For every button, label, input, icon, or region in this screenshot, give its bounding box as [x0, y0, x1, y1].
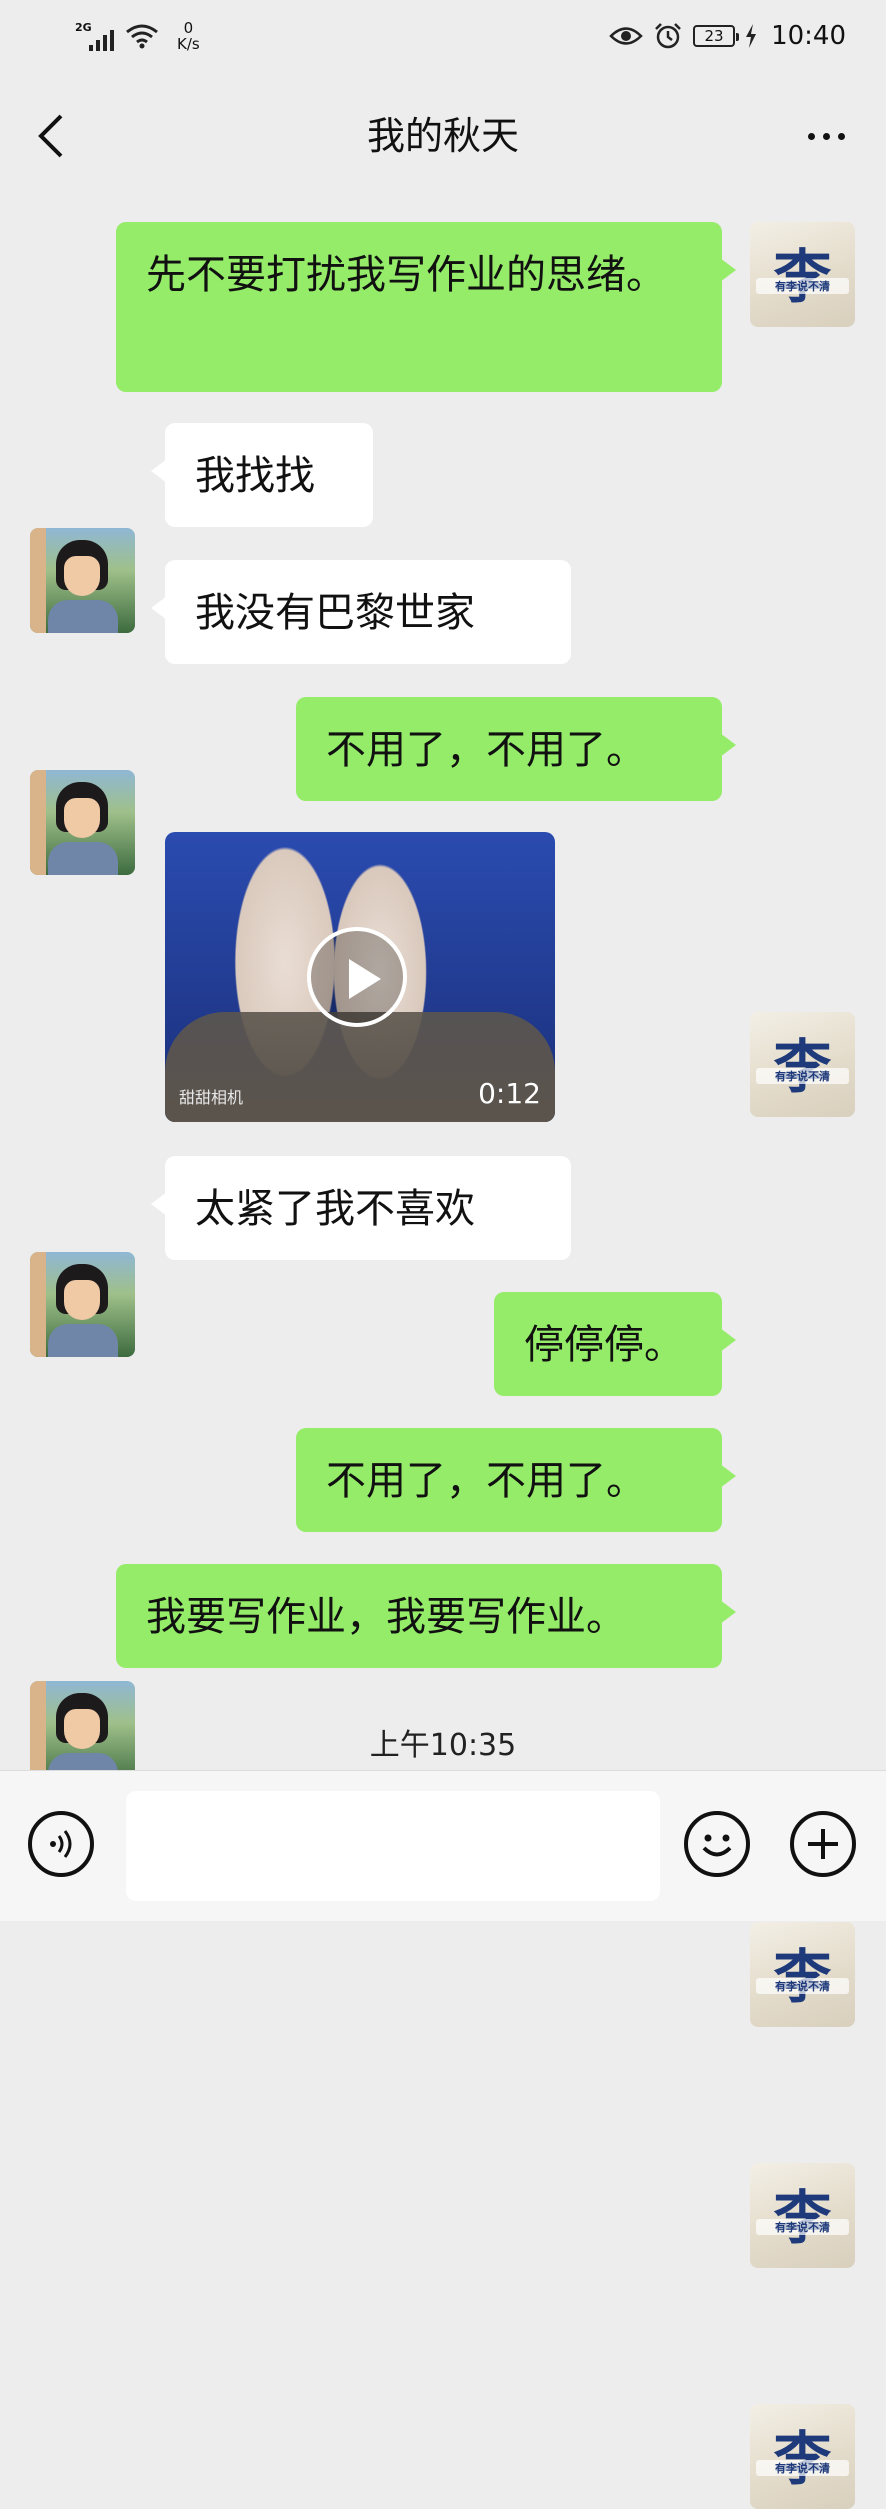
avatar-self[interactable]: 李 有李说不清	[750, 1012, 855, 1117]
message-bubble-self[interactable]: 先不要打扰我写作业的思绪。	[116, 222, 736, 392]
avatar-self[interactable]: 李 有李说不清	[750, 1922, 855, 2027]
message-bubble-contact[interactable]: 太紧了我不喜欢	[151, 1156, 571, 1260]
message-bubble-self[interactable]: 停停停。	[494, 1292, 736, 1396]
network-speed: 0 K/s	[177, 19, 200, 53]
message-input[interactable]	[126, 1791, 660, 1901]
video-duration: 0:12	[478, 1077, 541, 1110]
page-title: 我的秋天	[366, 114, 519, 158]
message-timestamp: 上午10:35	[369, 1728, 517, 1763]
alarm-icon	[655, 23, 681, 49]
signal-icon: 2G	[75, 21, 115, 51]
emoji-icon	[702, 1834, 732, 1857]
avatar-self[interactable]: 李 有李说不清	[750, 222, 855, 327]
more-button[interactable]	[794, 106, 858, 166]
chat-header: 我的秋天	[0, 70, 886, 198]
voice-icon	[50, 1830, 72, 1858]
charging-icon	[746, 24, 757, 48]
avatar-self[interactable]: 李 有李说不清	[750, 2163, 855, 2268]
video-watermark: 甜甜相机	[179, 1088, 244, 1107]
message-bubble-self[interactable]: 不用了，不用了。	[296, 1428, 736, 1532]
wifi-icon	[126, 24, 158, 49]
message-bubble-self[interactable]: 不用了，不用了。	[296, 697, 736, 801]
battery-icon: 23	[693, 25, 740, 47]
battery-level: 23	[704, 27, 724, 45]
message-bubble-self[interactable]: 我要写作业，我要写作业。	[116, 1564, 736, 1668]
eye-icon	[609, 27, 643, 45]
input-bar	[0, 1770, 886, 1921]
message-bubble-contact[interactable]: 我找找	[151, 423, 373, 527]
plus-button[interactable]	[790, 1811, 856, 1877]
emoji-button[interactable]	[684, 1811, 750, 1877]
video-message[interactable]: 甜甜相机 0:12	[165, 832, 555, 1122]
message-bubble-contact[interactable]: 我没有巴黎世家	[151, 560, 571, 664]
status-bar: 2G 0 K/s 23 10:40	[0, 0, 886, 70]
clock: 10:40	[771, 21, 846, 51]
voice-button[interactable]	[28, 1811, 94, 1877]
avatar-self[interactable]: 李 有李说不清	[750, 2404, 855, 2509]
more-dots-icon	[807, 132, 815, 140]
avatar-contact[interactable]	[30, 770, 135, 875]
play-icon[interactable]	[307, 927, 407, 1027]
avatar-contact[interactable]	[30, 528, 135, 633]
avatar-contact[interactable]	[30, 1252, 135, 1357]
